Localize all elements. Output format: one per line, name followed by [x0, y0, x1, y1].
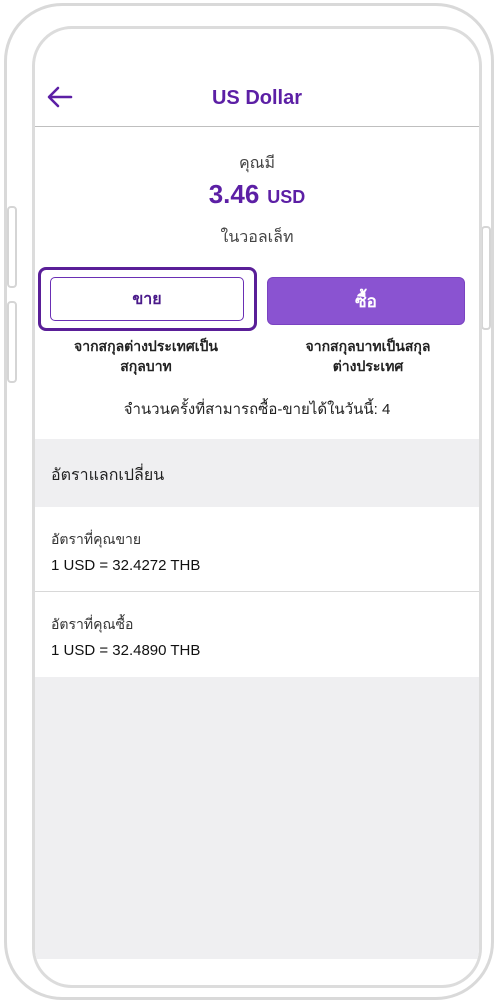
exchange-rate-section: อัตราแลกเปลี่ยน อัตราที่คุณขาย 1 USD = 3…	[35, 439, 479, 959]
buy-description: จากสกุลบาทเป็นสกุล ต่างประเทศ	[273, 336, 463, 376]
phone-screen: US Dollar คุณมี 3.46 USD ในวอลเล็ท ขาย ซื…	[32, 26, 482, 988]
phone-frame: US Dollar คุณมี 3.46 USD ในวอลเล็ท ขาย ซื…	[4, 3, 494, 1000]
balance-label: คุณมี	[238, 155, 276, 172]
app-header: US Dollar	[35, 29, 479, 127]
balance-value: 3.46	[208, 179, 260, 209]
sell-rate-label: อัตราที่คุณขาย	[51, 531, 142, 547]
buy-button[interactable]: ซื้อ	[267, 277, 465, 325]
power-button	[481, 226, 491, 330]
balance-amount: 3.46 USD	[35, 179, 479, 210]
page-title: US Dollar	[211, 87, 303, 109]
wallet-label: ในวอลเล็ท	[220, 229, 294, 246]
balance-currency: USD	[267, 187, 306, 207]
exchange-rate-header: อัตราแลกเปลี่ยน	[35, 439, 479, 507]
volume-down-button	[7, 301, 17, 383]
exchange-rate-card: อัตราที่คุณขาย 1 USD = 32.4272 THB อัตรา…	[35, 507, 479, 677]
volume-up-button	[7, 206, 17, 288]
buy-rate-value: 1 USD = 32.4890 THB	[51, 642, 201, 659]
buy-rate-label: อัตราที่คุณซื้อ	[51, 616, 134, 632]
sell-button[interactable]: ขาย	[50, 277, 244, 321]
buy-rate-row: อัตราที่คุณซื้อ 1 USD = 32.4890 THB	[35, 592, 479, 676]
sell-rate-row: อัตราที่คุณขาย 1 USD = 32.4272 THB	[35, 507, 479, 592]
daily-transaction-limit: จำนวนครั้งที่สามารถซื้อ-ขายได้ในวันนี้: …	[123, 401, 391, 418]
buy-description-line1: จากสกุลบาทเป็นสกุล	[305, 338, 431, 354]
sell-description: จากสกุลต่างประเทศเป็น สกุลบาท	[43, 336, 249, 376]
sell-description-line2: สกุลบาท	[120, 358, 172, 374]
sell-description-line1: จากสกุลต่างประเทศเป็น	[74, 338, 218, 354]
buy-description-line2: ต่างประเทศ	[332, 358, 404, 374]
exchange-rate-title: อัตราแลกเปลี่ยน	[51, 467, 165, 484]
sell-button-focus-ring: ขาย	[38, 267, 257, 331]
sell-rate-value: 1 USD = 32.4272 THB	[51, 557, 201, 574]
